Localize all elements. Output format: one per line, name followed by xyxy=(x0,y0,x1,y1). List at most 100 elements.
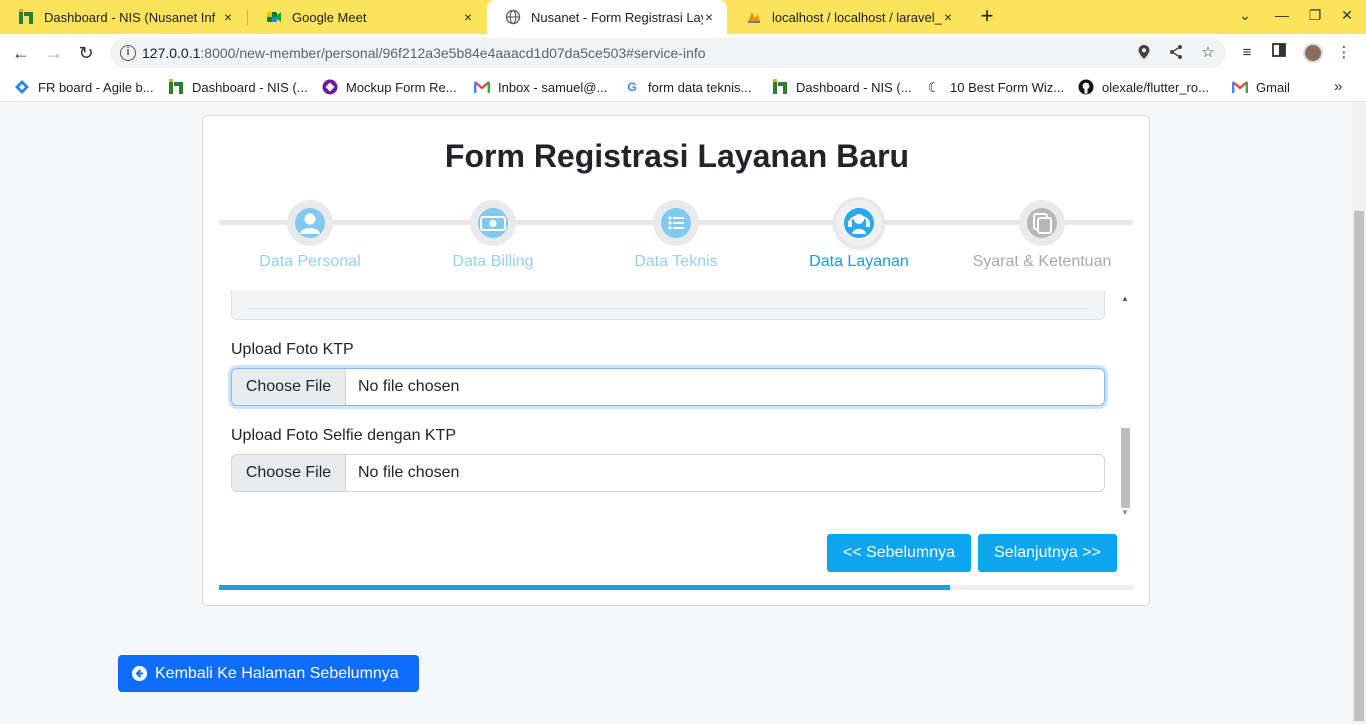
bookmark-item[interactable]: G form data teknis... xyxy=(624,79,751,95)
bookmark-label: Gmail xyxy=(1256,79,1290,95)
arrow-left-circle-icon xyxy=(132,666,147,681)
scrollbar-thumb[interactable] xyxy=(1121,428,1130,508)
window-close-icon[interactable]: ✕ xyxy=(1337,7,1357,24)
step-syarat-ketentuan[interactable]: Syarat & Ketentuan xyxy=(952,200,1132,271)
step-data-personal[interactable]: Data Personal xyxy=(220,200,400,271)
next-button[interactable]: Selanjutnya >> xyxy=(978,534,1117,572)
close-icon[interactable]: × xyxy=(460,9,476,25)
bookmark-item[interactable]: Dashboard - NIS (... xyxy=(168,79,308,95)
previous-field-container xyxy=(231,290,1105,320)
reload-icon[interactable]: ↻ xyxy=(75,42,97,64)
scroll-down-arrow-icon[interactable]: ▼ xyxy=(1121,508,1129,517)
tab-phpmyadmin[interactable]: localhost / localhost / laravel_ × xyxy=(728,0,966,34)
jira-icon xyxy=(14,79,30,95)
service-icon xyxy=(844,208,874,238)
close-icon[interactable]: × xyxy=(220,9,236,25)
progress-fill xyxy=(219,585,951,590)
phpmyadmin-icon xyxy=(746,9,762,25)
bookmarks-more-button[interactable]: » xyxy=(1334,78,1342,95)
mockup-icon xyxy=(322,79,338,95)
url-path: :8000/new-member/personal/96f212a3e5b84e… xyxy=(200,45,706,61)
bookmark-item[interactable]: Mockup Form Re... xyxy=(322,79,457,95)
form-progress-bar xyxy=(219,585,1133,590)
bookmark-label: Inbox - samuel@... xyxy=(498,79,608,95)
bookmarks-bar: FR board - Agile b... Dashboard - NIS (.… xyxy=(0,72,1366,102)
tab-dashboard-nis[interactable]: Dashboard - NIS (Nusanet Inf × xyxy=(0,0,246,34)
url-text[interactable]: 127.0.0.1:8000/new-member/personal/96f21… xyxy=(142,45,706,61)
share-icon[interactable] xyxy=(1167,44,1185,62)
menu-kebab-icon[interactable]: ⋮ xyxy=(1334,43,1354,63)
bookmark-label: Dashboard - NIS (... xyxy=(192,79,308,95)
minimize-icon[interactable]: — xyxy=(1272,7,1292,23)
step-label: Data Layanan xyxy=(809,253,909,270)
selfie-file-input[interactable]: Choose File No file chosen xyxy=(231,454,1105,492)
bookmark-item[interactable]: ☾ 10 Best Form Wiz... xyxy=(926,79,1064,95)
step-circle xyxy=(1019,200,1065,246)
globe-icon xyxy=(505,9,521,25)
bookmark-item[interactable]: Dashboard - NIS (... xyxy=(772,79,912,95)
profile-avatar[interactable] xyxy=(1303,43,1323,63)
scrollbar-thumb[interactable] xyxy=(1354,211,1364,721)
step-label: Data Billing xyxy=(452,253,534,270)
inner-scrollbar[interactable]: ▲ ▼ xyxy=(1119,292,1133,522)
step-circle xyxy=(836,200,882,246)
restore-icon[interactable]: ❐ xyxy=(1305,7,1325,24)
tab-nusanet-form[interactable]: Nusanet - Form Registrasi Lay × xyxy=(487,0,727,34)
step-circle xyxy=(653,200,699,246)
gmail-icon xyxy=(1232,79,1248,95)
star-icon[interactable]: ☆ xyxy=(1199,44,1217,62)
step-circle xyxy=(287,200,333,246)
ktp-file-input[interactable]: Choose File No file chosen xyxy=(231,368,1105,406)
bookmark-label: olexale/flutter_ro... xyxy=(1102,79,1209,95)
step-circle xyxy=(470,200,516,246)
new-tab-button[interactable]: + xyxy=(976,5,998,29)
user-icon xyxy=(295,208,325,238)
side-panel-icon[interactable] xyxy=(1269,43,1289,63)
choose-file-button[interactable]: Choose File xyxy=(232,455,346,491)
form-scroll-area[interactable]: Upload Foto KTP Choose File No file chos… xyxy=(219,290,1135,520)
tab-strip: Dashboard - NIS (Nusanet Inf × Google Me… xyxy=(0,0,1366,34)
reading-list-icon[interactable]: ≡ xyxy=(1237,43,1257,63)
gmail-icon xyxy=(474,79,490,95)
nis-icon xyxy=(772,79,788,95)
github-icon xyxy=(1078,79,1094,95)
step-data-layanan[interactable]: Data Layanan xyxy=(769,200,949,271)
tab-title: Google Meet xyxy=(292,9,367,25)
bookmark-item[interactable]: olexale/flutter_ro... xyxy=(1078,79,1209,95)
browser-toolbar: ← → ↻ i 127.0.0.1:8000/new-member/person… xyxy=(0,34,1366,72)
form-card: Form Registrasi Layanan Baru Data Person… xyxy=(202,115,1150,606)
nis-icon xyxy=(18,9,34,25)
step-label: Syarat & Ketentuan xyxy=(972,253,1112,270)
step-data-teknis[interactable]: Data Teknis xyxy=(586,200,766,271)
google-icon: G xyxy=(627,80,637,94)
list-icon xyxy=(661,208,691,238)
page-content: Form Registrasi Layanan Baru Data Person… xyxy=(0,103,1352,724)
previous-button[interactable]: << Sebelumnya xyxy=(827,534,971,572)
scroll-up-arrow-icon[interactable]: ▲ xyxy=(1121,294,1129,303)
address-bar[interactable]: i 127.0.0.1:8000/new-member/personal/96f… xyxy=(110,38,1226,68)
file-status-text: No file chosen xyxy=(358,378,460,395)
nis-icon xyxy=(168,79,184,95)
location-icon[interactable] xyxy=(1135,44,1153,62)
back-to-previous-page-button[interactable]: Kembali Ke Halaman Sebelumnya xyxy=(118,655,419,692)
back-button-label: Kembali Ke Halaman Sebelumnya xyxy=(155,664,399,682)
file-status-text: No file chosen xyxy=(358,464,460,481)
page-title: Form Registrasi Layanan Baru xyxy=(444,138,910,174)
close-icon[interactable]: × xyxy=(701,9,717,25)
tab-title: Nusanet - Form Registrasi Lay xyxy=(531,9,703,25)
back-arrow-icon[interactable]: ← xyxy=(10,42,32,64)
bookmark-label: FR board - Agile b... xyxy=(38,79,154,95)
forward-arrow-icon[interactable]: → xyxy=(43,42,65,64)
chevron-down-icon[interactable]: ⌄ xyxy=(1235,7,1255,24)
bookmark-item[interactable]: Inbox - samuel@... xyxy=(474,79,607,95)
bookmark-item[interactable]: Gmail xyxy=(1232,79,1290,95)
close-icon[interactable]: × xyxy=(940,9,956,25)
tab-google-meet[interactable]: Google Meet × xyxy=(248,0,486,34)
bookmark-item[interactable]: FR board - Agile b... xyxy=(14,79,154,95)
step-data-billing[interactable]: Data Billing xyxy=(403,200,583,271)
site-info-icon[interactable]: i xyxy=(120,45,136,61)
meet-icon xyxy=(266,9,282,25)
page-scrollbar[interactable] xyxy=(1352,103,1366,724)
choose-file-button[interactable]: Choose File xyxy=(232,369,346,405)
divider xyxy=(248,308,1088,309)
